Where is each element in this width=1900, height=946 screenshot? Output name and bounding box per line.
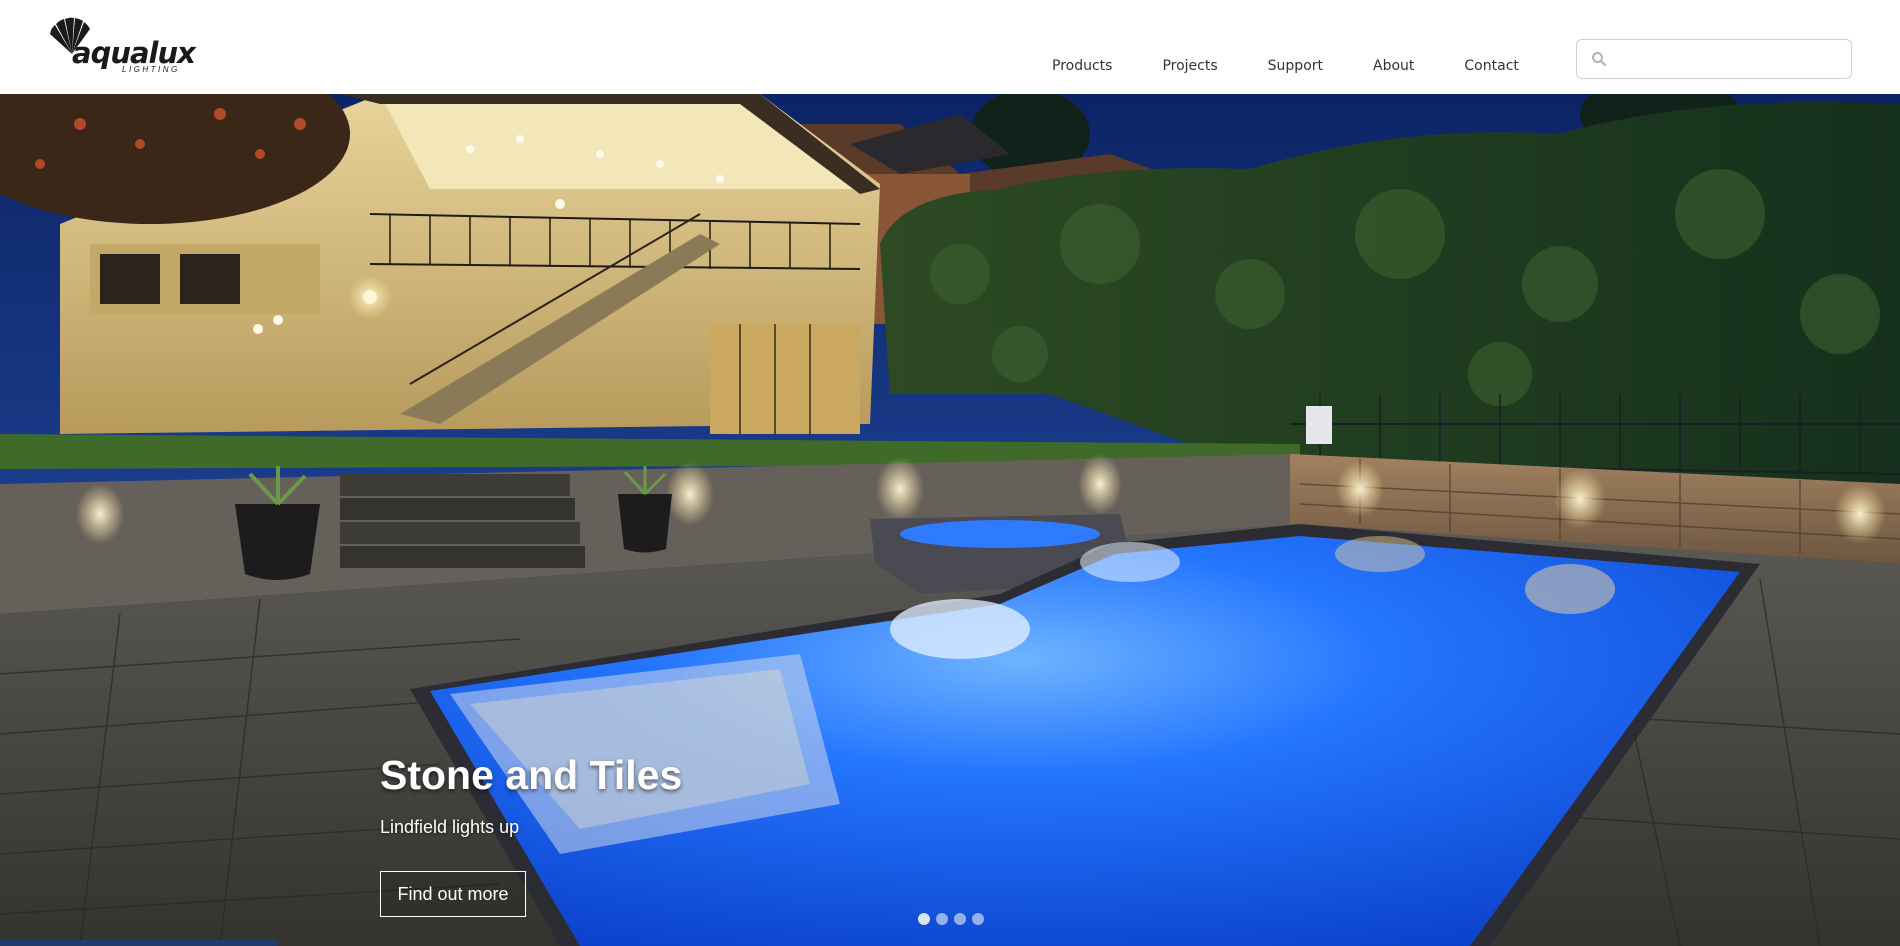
slider-dot-1[interactable] — [918, 913, 930, 925]
aqualux-logo[interactable]: aqualux LIGHTING — [48, 16, 196, 78]
bottom-accent-bar — [0, 940, 278, 946]
nav-item-products[interactable]: Products — [1052, 56, 1112, 76]
nav-item-support[interactable]: Support — [1268, 56, 1323, 76]
slider-pagination — [918, 913, 990, 925]
hero-title: Stone and Tiles — [380, 752, 683, 798]
find-out-more-button[interactable]: Find out more — [380, 871, 526, 917]
search-box — [1576, 39, 1852, 79]
nav-item-projects[interactable]: Projects — [1162, 56, 1217, 76]
hero-caption: Stone and Tiles Lindfield lights up — [380, 752, 682, 838]
hero-image — [0, 94, 1900, 946]
brand-tagline: LIGHTING — [122, 65, 180, 74]
main-nav: Products Projects Support About Contact — [1052, 56, 1569, 76]
slider-dot-2[interactable] — [936, 913, 948, 925]
slider-dot-3[interactable] — [954, 913, 966, 925]
site-header: aqualux LIGHTING Products Projects Suppo… — [0, 0, 1900, 94]
hero-slider: Stone and Tiles Lindfield lights up Find… — [0, 94, 1900, 946]
search-icon[interactable] — [1591, 51, 1607, 67]
nav-item-contact[interactable]: Contact — [1464, 56, 1518, 76]
hero-subtitle: Lindfield lights up — [380, 817, 520, 837]
slider-dot-4[interactable] — [972, 913, 984, 925]
nav-item-about[interactable]: About — [1373, 56, 1414, 76]
search-input[interactable] — [1615, 46, 1841, 72]
